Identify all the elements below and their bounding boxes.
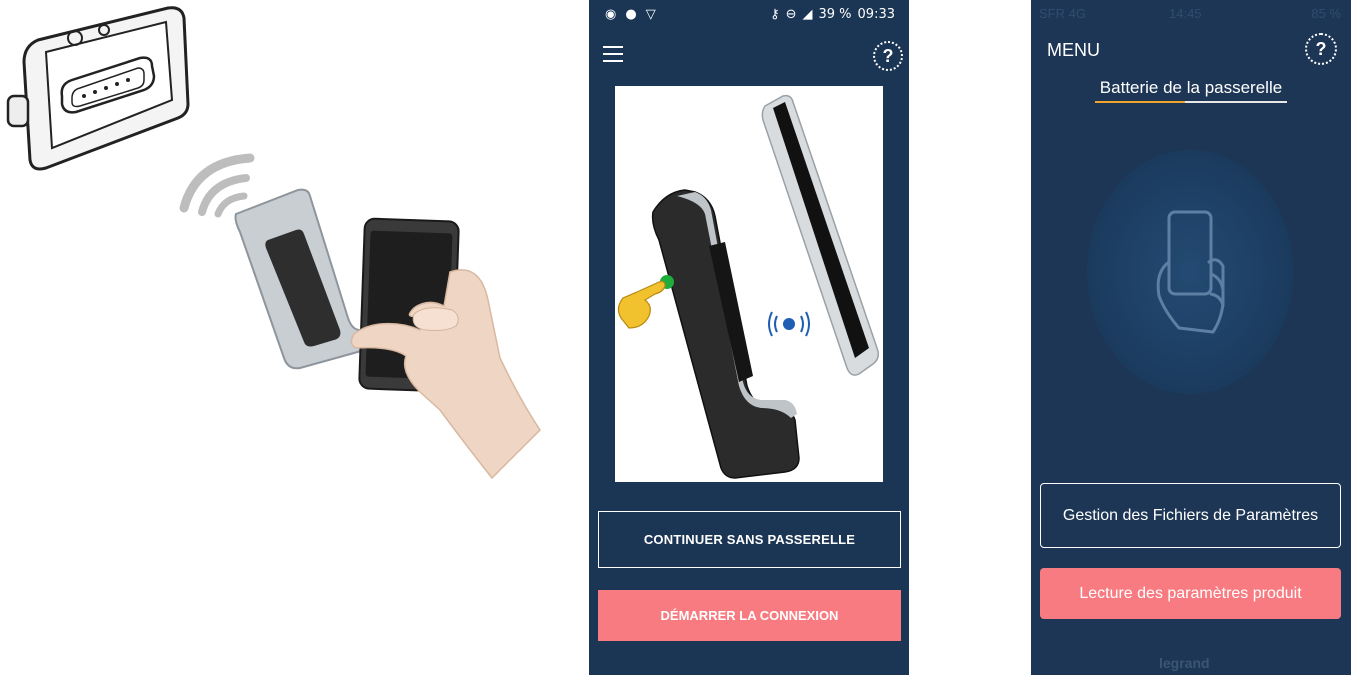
battery-percent: 39 %: [818, 7, 852, 22]
pairing-illustration: [615, 86, 883, 482]
read-product-parameters-button[interactable]: Lecture des paramètres produit: [1040, 568, 1341, 619]
hand-holding-phone-icon: [1156, 210, 1225, 334]
clock: 09:33: [857, 7, 895, 22]
menu-button[interactable]: MENU: [1047, 40, 1100, 61]
start-connection-button[interactable]: DÉMARRER LA CONNEXION: [598, 590, 901, 641]
app-icon: ●: [625, 7, 637, 22]
continue-without-gateway-button[interactable]: CONTINUER SANS PASSERELLE: [598, 511, 901, 568]
status-bar: ◉ ● ▽ ⚷ ⊖ ◢ 39 % 09:33: [589, 0, 909, 30]
phone-screen-connection: ◉ ● ▽ ⚷ ⊖ ◢ 39 % 09:33 ? CONTINUER SANS …: [589, 0, 909, 675]
carrier-label: SFR 4G: [1039, 6, 1086, 21]
dnd-icon: ⊖: [785, 7, 797, 22]
nfc-illustration: [0, 0, 560, 675]
menu-icon[interactable]: [603, 46, 623, 62]
battery-percent: 85 %: [1311, 6, 1341, 21]
help-button[interactable]: ?: [873, 41, 903, 71]
help-button[interactable]: ?: [1305, 33, 1337, 65]
wifi-hotspot-icon: ◉: [605, 7, 617, 22]
phone-screen-battery: SFR 4G 14:45 85 % MENU ? Batterie de la …: [1031, 0, 1351, 675]
tab-underline: [1095, 101, 1287, 103]
legrand-logo: legrand: [1159, 655, 1210, 671]
parameter-files-button[interactable]: Gestion des Fichiers de Paramètres: [1040, 483, 1341, 548]
gateway-device-icon: [651, 189, 800, 479]
signal-icon: ◢: [802, 7, 813, 22]
shield-icon: ▽: [645, 7, 656, 22]
bluetooth-signal-icon: [768, 311, 810, 337]
status-bar: SFR 4G 14:45 85 %: [1031, 0, 1351, 26]
composite-screen: ◉ ● ▽ ⚷ ⊖ ◢ 39 % 09:33 ? CONTINUER SANS …: [0, 0, 1354, 675]
gateway-pairing-image: [617, 94, 880, 479]
phone-device-icon: [761, 94, 880, 376]
key-icon: ⚷: [770, 7, 780, 22]
clock: 14:45: [1169, 6, 1202, 21]
pointing-hand-icon: [617, 280, 666, 329]
tap-phone-circle[interactable]: [1087, 150, 1293, 394]
gateway-phone-illustration: [6, 6, 541, 480]
wireless-signal-icon: [179, 153, 255, 218]
tab-battery-gateway[interactable]: Batterie de la passerelle: [1095, 78, 1287, 98]
device-box-icon: [6, 6, 190, 171]
